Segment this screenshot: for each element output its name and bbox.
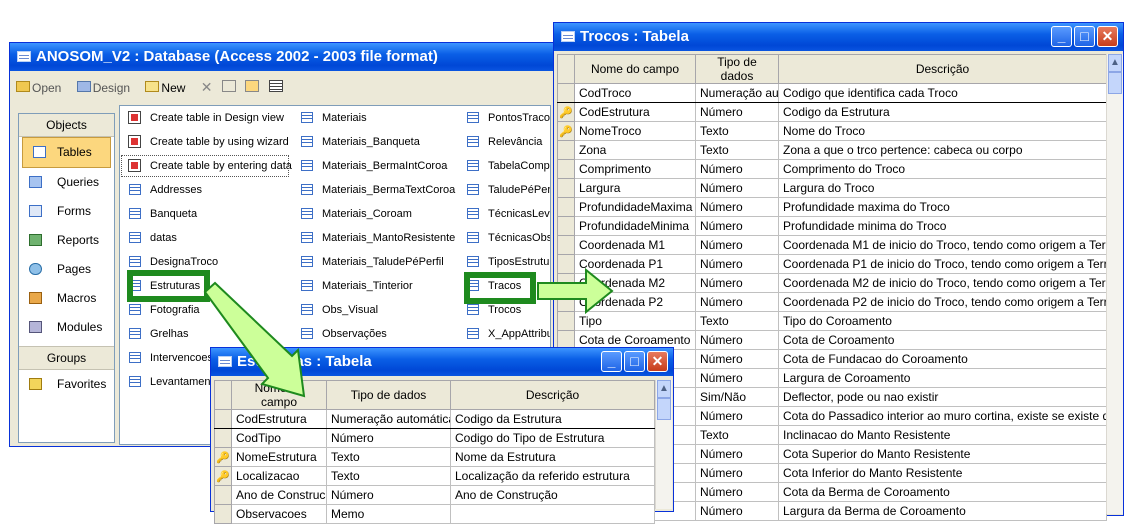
arrow-to-trocos-icon xyxy=(537,267,614,315)
arrow-to-estruturas-icon xyxy=(203,281,306,398)
annotation-arrows xyxy=(203,267,614,398)
